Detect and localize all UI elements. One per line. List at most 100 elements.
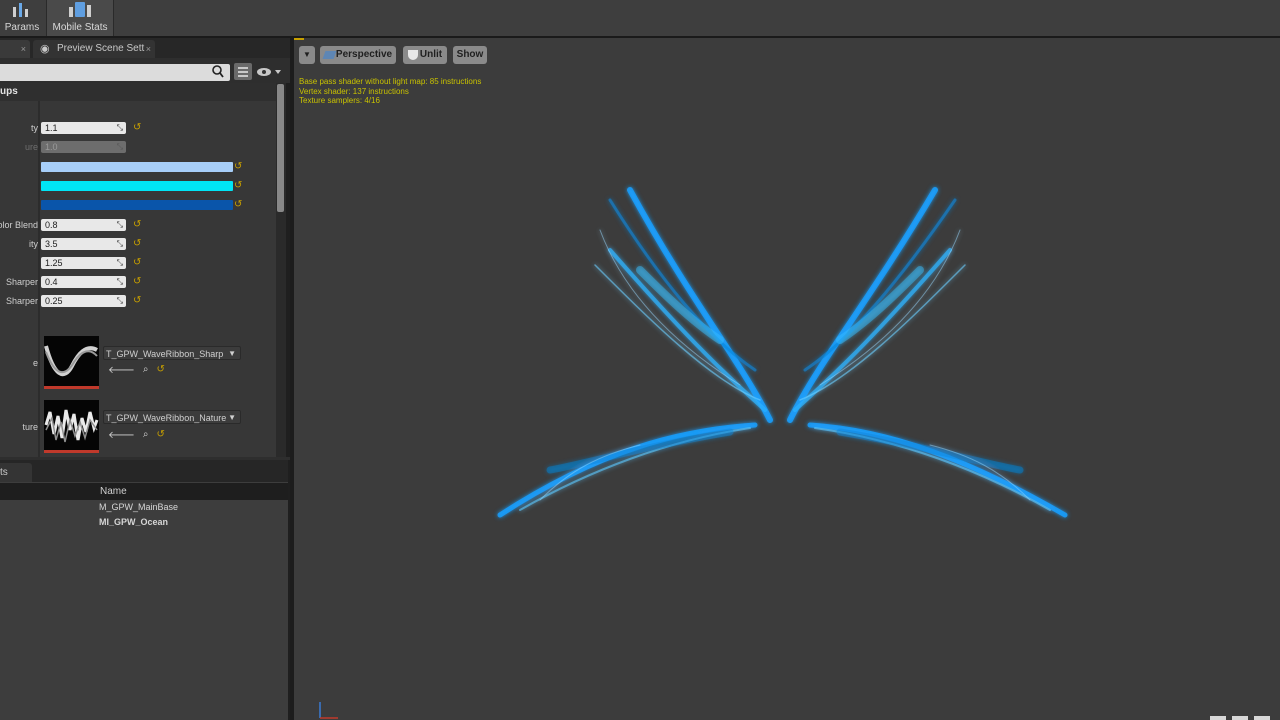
drag-arrows-icon: ⤡ — [116, 296, 123, 305]
param-field[interactable]: 1.0 ⤡ — [41, 141, 126, 153]
param-field[interactable]: 3.5 ⤡ — [41, 238, 126, 250]
reset-to-default-icon[interactable]: ↺ — [133, 276, 141, 288]
reset-to-default-icon[interactable]: ↺ — [133, 257, 141, 269]
drag-arrows-icon: ⤡ — [116, 277, 123, 286]
drag-arrows-icon: ⤡ — [116, 123, 123, 132]
color-swatch[interactable] — [41, 162, 233, 172]
param-value: 0.8 — [45, 220, 58, 230]
shader-stat-line: Base pass shader without light map: 85 i… — [299, 77, 482, 86]
chevron-down-icon: ▼ — [228, 413, 236, 422]
param-label: Sharper — [5, 296, 38, 306]
unlit-button[interactable]: Unlit — [403, 46, 447, 64]
params-label: Params — [4, 22, 40, 33]
reset-to-default-icon[interactable]: ↺ — [156, 429, 164, 441]
param-field[interactable]: 0.25 ⤡ — [41, 295, 126, 307]
view-options-icon[interactable] — [234, 63, 252, 80]
color-swatch[interactable] — [41, 200, 233, 210]
perspective-button[interactable]: Perspective — [320, 46, 396, 64]
browse-magnifier-icon[interactable]: ⌕ — [143, 364, 149, 376]
tab-parents[interactable]: ts — [0, 463, 32, 482]
tab-preview-scene-settings[interactable]: ◉ Preview Scene Sett × — [33, 40, 155, 58]
texture-name: T_GPW_WaveRibbon_Sharp — [106, 349, 224, 359]
param-label: ity — [29, 239, 38, 249]
color-swatch[interactable] — [41, 181, 233, 191]
texture-name: T_GPW_WaveRibbon_Nature — [106, 413, 227, 423]
column-header-name[interactable]: Name — [100, 486, 127, 497]
window-corner-controls[interactable] — [1208, 714, 1280, 720]
shield-icon — [408, 50, 418, 60]
drag-arrows-icon: ⤡ — [116, 220, 123, 229]
param-field[interactable]: 0.8 ⤡ — [41, 219, 126, 231]
use-selected-arrow-icon[interactable]: 🡐 — [108, 364, 135, 376]
list-tabs-bar — [0, 460, 290, 482]
viewport-options-button[interactable]: ▼ — [299, 46, 315, 64]
texture-thumbnail[interactable] — [44, 336, 99, 389]
group-header[interactable]: ups — [0, 83, 276, 101]
visibility-eye-icon[interactable] — [256, 66, 282, 78]
params-button[interactable]: Params — [0, 0, 44, 36]
params-icon — [13, 3, 28, 17]
use-selected-arrow-icon[interactable]: 🡐 — [108, 429, 135, 441]
reset-to-default-icon[interactable]: ↺ — [234, 180, 242, 192]
close-icon[interactable]: × — [21, 40, 26, 58]
shader-stat-line: Vertex shader: 137 instructions — [299, 87, 409, 96]
texture-thumbnail[interactable] — [44, 400, 99, 453]
reset-to-default-icon[interactable]: ↺ — [133, 238, 141, 250]
tab-preview-label: Preview Scene Sett — [57, 43, 145, 54]
texture-asset-picker[interactable]: T_GPW_WaveRibbon_Nature ▼ — [103, 410, 241, 424]
reset-to-default-icon[interactable]: ↺ — [234, 161, 242, 173]
column-divider[interactable] — [38, 101, 40, 457]
reset-to-default-icon[interactable]: ↺ — [156, 364, 164, 376]
list-item[interactable]: MI_GPW_Ocean — [99, 517, 168, 527]
globe-icon: ◉ — [40, 43, 50, 55]
upper-left-wing — [594, 187, 773, 423]
reset-to-default-icon[interactable]: ↺ — [234, 199, 242, 211]
show-button[interactable]: Show — [453, 46, 487, 64]
butterfly-wings-effect — [497, 187, 1068, 518]
reset-to-default-icon[interactable]: ↺ — [133, 122, 141, 134]
param-value: 1.0 — [45, 142, 58, 152]
param-field[interactable]: 0.4 ⤡ — [41, 276, 126, 288]
perspective-icon — [322, 51, 337, 59]
wave-texture-image — [44, 345, 98, 377]
tab-label: ts — [0, 467, 8, 478]
mobile-stats-label: Mobile Stats — [52, 22, 108, 33]
texture-asset-picker[interactable]: T_GPW_WaveRibbon_Sharp ▼ — [103, 346, 241, 360]
axis-gizmo-icon — [319, 702, 338, 719]
mobile-stats-button[interactable]: Mobile Stats — [46, 0, 114, 36]
mobile-stats-icon — [69, 2, 91, 17]
reset-to-default-icon[interactable]: ↺ — [133, 295, 141, 307]
param-value: 3.5 — [45, 239, 58, 249]
lower-left-wing — [497, 422, 758, 518]
chevron-down-icon: ▼ — [303, 50, 311, 59]
scrollbar-thumb[interactable] — [277, 84, 284, 212]
perspective-label: Perspective — [335, 49, 393, 60]
tab-details[interactable]: × — [0, 40, 30, 58]
reset-to-default-icon[interactable]: ↺ — [133, 219, 141, 231]
search-input[interactable] — [0, 64, 230, 81]
param-value: 0.4 — [45, 277, 58, 287]
shader-stat-line: Texture samplers: 4/16 — [299, 96, 380, 105]
chevron-down-icon: ▼ — [228, 349, 236, 358]
drag-arrows-icon: ⤡ — [116, 258, 123, 267]
drag-arrows-icon: ⤡ — [116, 239, 123, 248]
wave-texture-image — [44, 409, 99, 443]
viewport-focus-indicator — [294, 38, 304, 40]
param-field[interactable]: 1.25 ⤡ — [41, 257, 126, 269]
param-value: 1.25 — [45, 258, 63, 268]
list-item[interactable]: M_GPW_MainBase — [99, 502, 178, 512]
browse-magnifier-icon[interactable]: ⌕ — [143, 429, 149, 441]
details-area — [0, 83, 276, 457]
texture-actions: 🡐 ⌕ ↺ — [108, 429, 165, 441]
close-icon[interactable]: × — [146, 40, 151, 58]
param-field[interactable]: 1.1 ⤡ — [41, 122, 126, 134]
texture-label: e — [32, 358, 38, 368]
unlit-label: Unlit — [419, 49, 443, 60]
param-value: 1.1 — [45, 123, 58, 133]
texture-label: ture — [22, 422, 38, 432]
search-icon[interactable] — [211, 64, 225, 79]
texture-actions: 🡐 ⌕ ↺ — [108, 364, 165, 376]
param-label: ty — [30, 123, 38, 133]
lower-right-wing — [807, 422, 1068, 518]
viewport-border — [290, 38, 294, 720]
